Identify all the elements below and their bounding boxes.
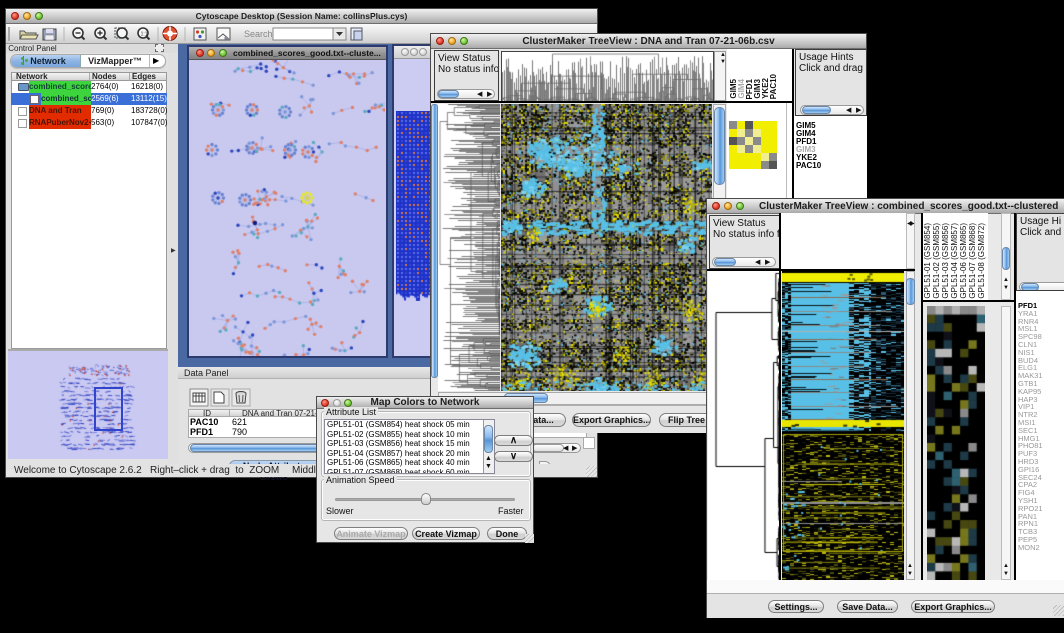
- svg-text:Search:: Search:: [244, 29, 275, 39]
- svg-text:1:1: 1:1: [141, 32, 148, 38]
